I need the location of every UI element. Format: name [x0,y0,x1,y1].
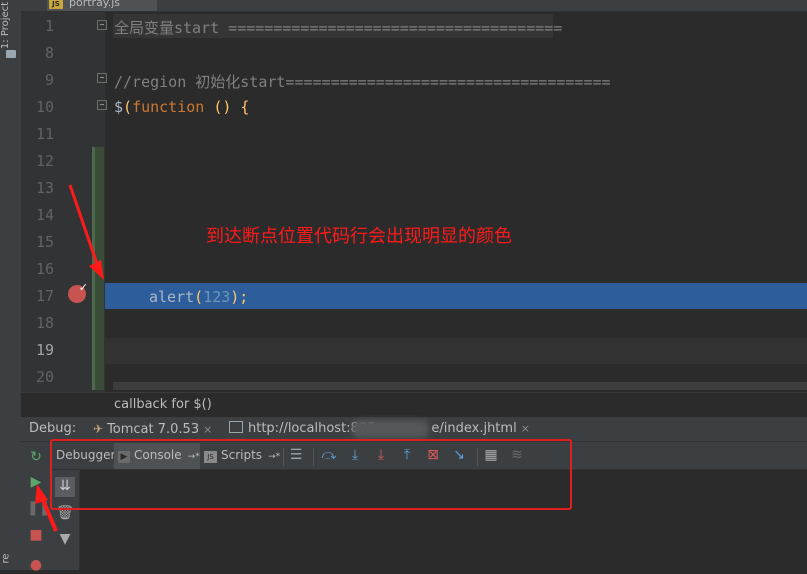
annotation-arrows [35,184,104,532]
arrow-to-resume [35,484,58,532]
arrow-to-breakpoint [68,184,104,280]
